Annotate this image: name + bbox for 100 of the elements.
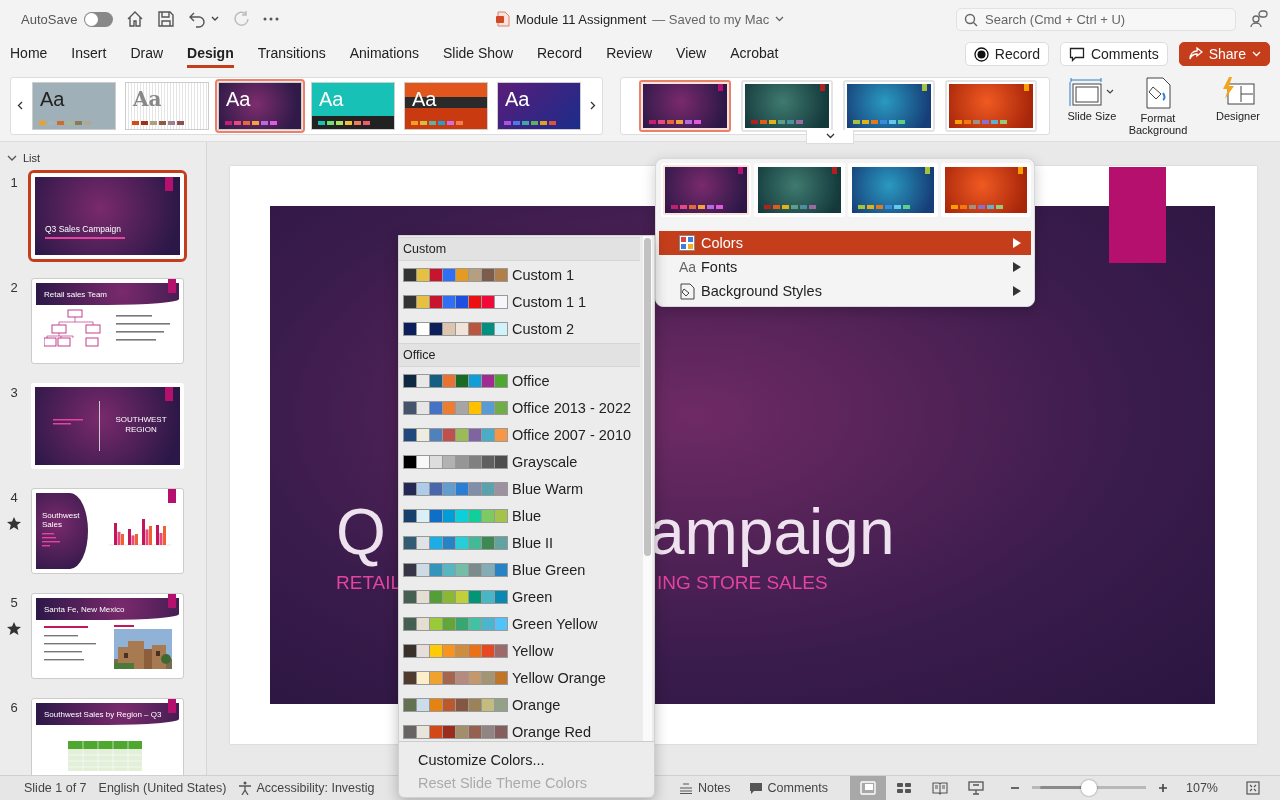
- slider-thumb[interactable]: [1081, 780, 1097, 796]
- zoom-in-icon[interactable]: [1158, 783, 1168, 793]
- color-scheme-item[interactable]: Yellow: [399, 637, 640, 664]
- ribbon-tab[interactable]: Acrobat: [730, 40, 779, 68]
- record-button[interactable]: Record: [964, 42, 1049, 66]
- home-icon[interactable]: [126, 10, 145, 28]
- slide-number: 6: [10, 700, 18, 715]
- color-scheme-item[interactable]: Green: [399, 583, 640, 610]
- fit-to-window-icon[interactable]: [1246, 781, 1260, 795]
- slide-title: Q3 Sales Campaign: [45, 224, 122, 234]
- color-scheme-item[interactable]: Blue II: [399, 529, 640, 556]
- color-palette-icon: [679, 235, 695, 251]
- theme-thumbnail[interactable]: Aa: [215, 78, 305, 133]
- comments-button[interactable]: Comments: [1059, 42, 1168, 66]
- slide-tab: [165, 177, 173, 191]
- menu-item[interactable]: Customize Colors...: [399, 748, 654, 771]
- slide-subtitle: ING STORE SALES: [657, 572, 828, 594]
- slide-thumbnail[interactable]: Q3 Sales Campaign: [28, 170, 187, 262]
- variant-thumbnail[interactable]: [639, 79, 731, 132]
- color-scheme-item[interactable]: Green Yellow: [399, 610, 640, 637]
- save-status[interactable]: — Saved to my Mac: [652, 11, 770, 27]
- group-header: Custom: [399, 237, 640, 261]
- menu-item[interactable]: Colors: [659, 231, 1031, 255]
- chevron-down-icon[interactable]: [775, 16, 785, 22]
- redo-icon: [232, 10, 251, 28]
- slide-thumbnail[interactable]: Santa Fe, New Mexico: [28, 590, 187, 682]
- ribbon-tab[interactable]: Design: [187, 40, 234, 68]
- slide-thumbnail[interactable]: Southwest Sales: [28, 485, 187, 577]
- group-header: Office: [399, 343, 640, 367]
- color-scheme-item[interactable]: Blue: [399, 502, 640, 529]
- text-lines-drawing: [53, 419, 83, 425]
- designer-button[interactable]: Designer: [1213, 75, 1263, 122]
- format-background-icon: [679, 282, 695, 300]
- color-scheme-item[interactable]: Blue Green: [399, 556, 640, 583]
- color-scheme-item[interactable]: Custom 2: [399, 315, 640, 342]
- slide-tab: [168, 489, 176, 503]
- autosave-toggle[interactable]: [84, 11, 114, 27]
- ribbon-tab[interactable]: View: [676, 40, 707, 68]
- zoom-level[interactable]: 107%: [1186, 781, 1218, 795]
- comments-button[interactable]: Comments: [748, 781, 828, 795]
- people-icon[interactable]: [1250, 10, 1268, 28]
- color-scheme-item[interactable]: Office: [399, 367, 640, 394]
- text-lines-drawing: [116, 315, 172, 341]
- color-scheme-item[interactable]: Office 2007 - 2010: [399, 421, 640, 448]
- ribbon-tab[interactable]: Animations: [349, 40, 419, 68]
- menu-item[interactable]: Background Styles: [659, 279, 1031, 303]
- save-icon[interactable]: [157, 10, 176, 28]
- accessibility-status[interactable]: Accessibility: Investig: [256, 781, 375, 795]
- slide-title: Retail sales Team: [44, 289, 107, 299]
- ribbon-tab[interactable]: Draw: [130, 40, 164, 68]
- slide-title: Q: [336, 496, 386, 568]
- ribbon-tab[interactable]: Insert: [71, 40, 107, 68]
- ribbon-tab[interactable]: Transitions: [257, 40, 326, 68]
- comment-icon: [1068, 46, 1085, 62]
- slide-thumbnail[interactable]: SOUTHWEST REGION: [28, 380, 187, 472]
- slide-title: Southwest Sales: [42, 511, 81, 529]
- ribbon-tab[interactable]: Slide Show: [442, 40, 513, 68]
- book-icon: [932, 781, 948, 795]
- notes-icon: [678, 782, 693, 794]
- slide-title: ampaign: [649, 496, 895, 568]
- slide-thumbnail[interactable]: Southwest Sales by Region – Q3: [28, 695, 187, 775]
- color-scheme-item[interactable]: Blue Warm: [399, 475, 640, 502]
- comment-icon: [748, 781, 763, 795]
- accessibility-icon[interactable]: [238, 781, 253, 795]
- chevron-down-icon: [825, 133, 835, 139]
- color-scheme-item[interactable]: Custom 1 1: [399, 288, 640, 315]
- slide-tab: [168, 594, 176, 608]
- text-lines-drawing: [42, 533, 60, 547]
- slide-number: 5: [10, 595, 18, 610]
- font-sample-icon: Aa: [679, 259, 695, 275]
- slide-title: SOUTHWEST REGION: [114, 415, 168, 435]
- slide-thumbnail[interactable]: Retail sales Team: [28, 275, 187, 367]
- slide-tab: [165, 387, 173, 401]
- scrollbar[interactable]: [643, 236, 652, 741]
- ribbon-tab[interactable]: Home: [10, 40, 48, 68]
- undo-icon[interactable]: [188, 10, 207, 28]
- format-background-button[interactable]: Format Background: [1123, 75, 1193, 136]
- slide-size-button[interactable]: Slide Size: [1067, 75, 1117, 122]
- chevron-right-icon[interactable]: [590, 101, 596, 110]
- chevron-left-icon[interactable]: [17, 101, 23, 110]
- more-icon[interactable]: [263, 17, 280, 21]
- ribbon-tab[interactable]: Record: [537, 40, 583, 68]
- language-status[interactable]: English (United States): [98, 781, 227, 795]
- menu-item[interactable]: Aa Fonts: [659, 255, 1031, 279]
- designer-icon: [1220, 77, 1256, 107]
- ribbon-tab[interactable]: Review: [606, 40, 653, 68]
- search-icon: [964, 12, 978, 27]
- caret-icon[interactable]: [211, 16, 220, 22]
- chevron-down-icon[interactable]: [7, 154, 17, 162]
- notes-button[interactable]: Notes: [678, 781, 731, 795]
- color-scheme-item[interactable]: Yellow Orange: [399, 664, 640, 691]
- format-background-icon: [1144, 77, 1172, 109]
- slide-tab: [168, 279, 176, 293]
- search-field[interactable]: Search (Cmd + Ctrl + U): [956, 7, 1236, 31]
- color-scheme-item[interactable]: Custom 1: [399, 261, 640, 288]
- share-button[interactable]: Share: [1178, 42, 1270, 66]
- color-scheme-item[interactable]: Office 2013 - 2022: [399, 394, 640, 421]
- color-scheme-item[interactable]: Orange Red: [399, 718, 640, 741]
- color-scheme-item[interactable]: Grayscale: [399, 448, 640, 475]
- color-scheme-item[interactable]: Orange: [399, 691, 640, 718]
